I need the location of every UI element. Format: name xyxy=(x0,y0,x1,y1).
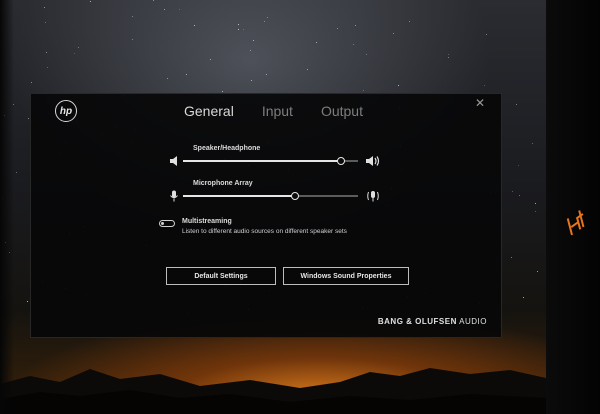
star xyxy=(90,0,92,2)
star xyxy=(265,73,267,75)
microphone-volume-fill xyxy=(183,195,295,197)
microphone-icon xyxy=(170,190,178,202)
star xyxy=(73,52,75,54)
toggle-knob xyxy=(161,222,164,225)
star xyxy=(249,50,251,52)
star xyxy=(45,52,47,54)
star xyxy=(178,8,180,10)
star xyxy=(30,82,32,84)
star xyxy=(237,24,239,26)
star xyxy=(316,42,318,44)
star xyxy=(362,89,364,91)
brand-suffix: AUDIO xyxy=(459,317,487,326)
star xyxy=(210,58,212,60)
multistreaming-description: Listen to different audio sources on dif… xyxy=(182,228,347,235)
star xyxy=(153,0,155,1)
speaker-volume-label: Speaker/Headphone xyxy=(193,145,261,152)
microphone-volume-row: Microphone Array xyxy=(169,180,379,206)
star xyxy=(365,53,367,55)
microphone-volume-slider[interactable] xyxy=(183,192,358,200)
screen-bezel-left xyxy=(0,0,14,414)
hp-logo-icon: hp xyxy=(55,100,77,122)
speaker-volume-fill xyxy=(183,160,341,162)
star xyxy=(518,164,520,166)
speaker-low-icon xyxy=(170,156,177,166)
star xyxy=(194,24,196,26)
star xyxy=(448,53,450,55)
star xyxy=(44,21,46,23)
star xyxy=(398,85,400,87)
star xyxy=(408,21,410,23)
star xyxy=(132,39,134,41)
star xyxy=(46,67,48,69)
star xyxy=(251,80,253,82)
speaker-high-icon[interactable] xyxy=(365,154,381,168)
star xyxy=(352,43,354,45)
speaker-volume-row: Speaker/Headphone xyxy=(169,145,380,171)
speaker-volume-thumb[interactable] xyxy=(336,157,345,165)
star xyxy=(307,68,309,70)
star xyxy=(238,28,240,30)
star xyxy=(512,190,514,192)
star xyxy=(483,84,485,86)
star xyxy=(537,271,539,273)
multistreaming-title: Multistreaming xyxy=(182,218,232,225)
close-button[interactable]: ✕ xyxy=(475,96,485,110)
star xyxy=(266,16,268,18)
star xyxy=(253,40,255,42)
speaker-volume-slider[interactable] xyxy=(183,157,358,165)
star xyxy=(393,33,395,35)
brand-name: BANG & OLUFSEN xyxy=(377,317,457,326)
microphone-volume-label: Microphone Array xyxy=(193,180,253,187)
star xyxy=(486,33,488,35)
star xyxy=(515,103,517,105)
star xyxy=(522,296,524,298)
star xyxy=(510,256,512,258)
default-settings-button[interactable]: Default Settings xyxy=(166,267,276,285)
tab-general[interactable]: General xyxy=(184,103,234,119)
star xyxy=(355,24,357,26)
star xyxy=(186,74,188,76)
audio-control-panel: hp ✕ General Input Output Speaker/Headph… xyxy=(30,93,502,338)
star xyxy=(243,28,245,30)
star xyxy=(27,300,29,302)
star xyxy=(15,171,17,173)
windows-sound-properties-button[interactable]: Windows Sound Properties xyxy=(283,267,409,285)
star xyxy=(44,6,46,8)
star xyxy=(221,91,223,93)
tab-output[interactable]: Output xyxy=(321,103,363,119)
bang-olufsen-brand: BANG & OLUFSEN AUDIO xyxy=(378,317,487,326)
microphone-waves-icon[interactable] xyxy=(365,189,381,203)
multistreaming-toggle[interactable] xyxy=(159,220,175,227)
star xyxy=(131,16,133,18)
tab-input[interactable]: Input xyxy=(262,103,293,119)
star xyxy=(336,27,338,29)
star xyxy=(164,9,166,11)
star xyxy=(448,57,450,59)
star xyxy=(532,142,534,144)
star xyxy=(519,194,521,196)
tab-bar: General Input Output xyxy=(184,103,363,119)
star xyxy=(77,47,79,49)
star xyxy=(534,210,536,212)
star xyxy=(27,118,29,120)
star xyxy=(534,203,536,205)
star xyxy=(263,20,265,22)
microphone-volume-thumb[interactable] xyxy=(291,192,299,200)
star xyxy=(166,77,168,79)
